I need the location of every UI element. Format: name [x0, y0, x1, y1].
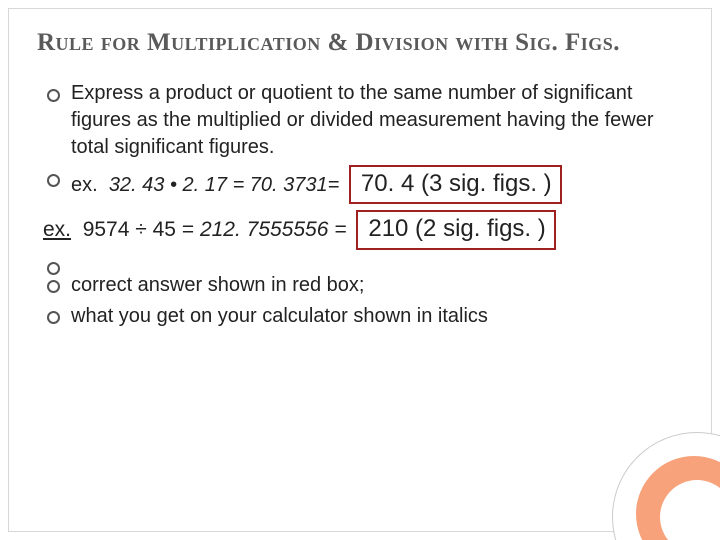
corner-circle-orange — [636, 456, 720, 540]
slide-title: Rule for Multiplication & Division with … — [37, 27, 683, 58]
ex1-answer-box: 70. 4 (3 sig. figs. ) — [349, 165, 562, 204]
ex2-label: ex. — [43, 218, 71, 241]
notes-list: correct answer shown in red box; what yo… — [37, 254, 683, 330]
ex2-answer-box: 210 (2 sig. figs. ) — [356, 210, 555, 249]
bullet-example-1: ex. 32. 43 • 2. 17 = 70. 3731= 70. 4 (3 … — [43, 165, 683, 204]
bullet-empty — [43, 254, 683, 268]
example-2-line: ex. 9574 ÷ 45 = 212. 7555556 = 210 (2 si… — [37, 210, 683, 249]
ex2-rhs: 45 = — [153, 218, 194, 241]
bullet-list: Express a product or quotient to the sam… — [37, 80, 683, 204]
corner-circle-inner — [660, 480, 720, 540]
ex2-operator: ÷ — [135, 218, 147, 241]
bullet-note-1: correct answer shown in red box; — [43, 272, 683, 299]
ex1-expression: 32. 43 • 2. 17 = 70. 3731= — [109, 174, 340, 196]
corner-decoration — [602, 422, 712, 532]
bullet-rule: Express a product or quotient to the sam… — [43, 80, 683, 161]
ex1-label: ex. — [71, 174, 98, 196]
ex2-lhs: 9574 — [83, 218, 130, 241]
ex2-calculator-value: 212. 7555556 = — [200, 218, 347, 241]
bullet-note-2: what you get on your calculator shown in… — [43, 303, 683, 330]
slide: Rule for Multiplication & Division with … — [8, 8, 712, 532]
slide-content: Express a product or quotient to the sam… — [37, 80, 683, 329]
corner-circle-outer — [612, 432, 720, 540]
